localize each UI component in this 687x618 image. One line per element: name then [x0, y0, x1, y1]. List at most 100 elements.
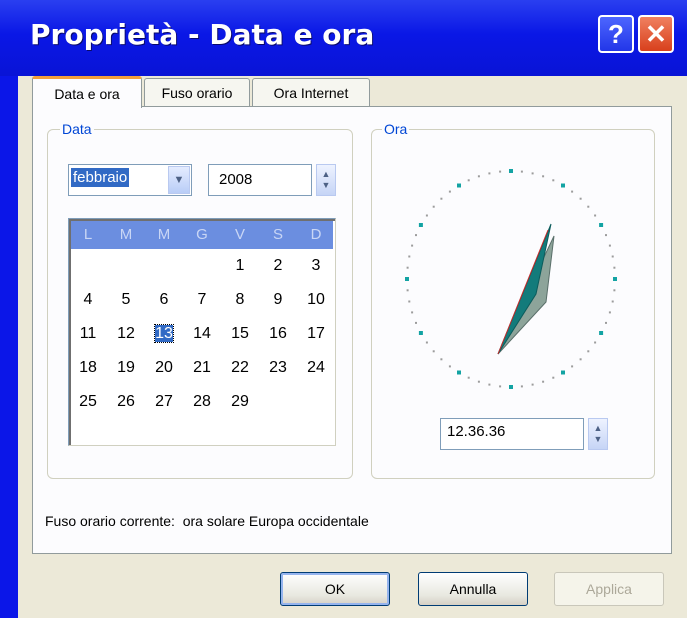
month-dropdown-button[interactable]: ▼	[168, 166, 190, 194]
minute-marker	[542, 175, 545, 178]
calendar-day[interactable]: 3	[297, 249, 335, 283]
minute-marker	[406, 289, 409, 292]
weekday-header: D	[310, 226, 322, 243]
calendar-day[interactable]: 22	[221, 351, 259, 385]
minute-marker	[432, 205, 435, 208]
hour-marker	[509, 169, 513, 173]
hour-marker	[599, 223, 604, 227]
minute-marker	[552, 376, 555, 379]
tab-fuso-orario[interactable]: Fuso orario	[144, 78, 250, 106]
weekday-header: G	[196, 226, 208, 243]
weekday-header: S	[272, 226, 283, 243]
calendar-day[interactable]: 29	[221, 385, 259, 419]
dialog-body: Data e ora Fuso orario Ora Internet Data…	[18, 76, 687, 618]
hour-marker	[599, 331, 604, 335]
minute-marker	[520, 170, 523, 173]
calendar-day[interactable]: 4	[69, 283, 107, 317]
apply-button[interactable]: Applica	[554, 572, 664, 606]
time-spinner[interactable]: ▲ ▼	[588, 418, 608, 450]
calendar-day[interactable]: 24	[297, 351, 335, 385]
minute-marker	[440, 197, 443, 200]
tab-ora-internet[interactable]: Ora Internet	[252, 78, 370, 106]
minute-marker	[552, 179, 555, 182]
minute-marker	[408, 300, 411, 303]
minute-marker	[605, 234, 607, 237]
minute-marker	[587, 205, 590, 208]
month-calendar[interactable]: L M M G V S D 1 2 3 4 5 6 7 8 9 10 11 12 13 14 15 16 17 18 19 20 21…	[68, 218, 336, 446]
calendar-day[interactable]: 18	[69, 351, 107, 385]
year-spinner[interactable]: ▲ ▼	[316, 164, 336, 196]
calendar-day[interactable]: 17	[297, 317, 335, 351]
ok-button[interactable]: OK	[280, 572, 390, 606]
calendar-day[interactable]: 16	[259, 317, 297, 351]
month-select[interactable]: febbraio ▼	[68, 164, 192, 196]
calendar-day[interactable]: 21	[183, 351, 221, 385]
help-button[interactable]: ?	[598, 15, 634, 53]
calendar-day[interactable]: 20	[145, 351, 183, 385]
minute-marker	[611, 255, 614, 258]
minute-marker	[488, 383, 491, 386]
minute-marker	[611, 300, 614, 303]
spin-down-icon: ▼	[593, 434, 603, 444]
minute-marker	[448, 190, 451, 193]
minute-marker	[579, 197, 582, 200]
minute-marker	[411, 244, 414, 247]
calendar-day[interactable]: 12	[107, 317, 145, 351]
time-field[interactable]: 12.36.36	[440, 418, 584, 450]
calendar-day[interactable]: 28	[183, 385, 221, 419]
weekday-header: V	[234, 226, 245, 243]
calendar-day-selected[interactable]: 13	[145, 317, 183, 351]
spin-up-icon: ▲	[321, 169, 331, 179]
spin-up-icon: ▲	[593, 423, 603, 433]
minute-marker	[520, 385, 523, 388]
hour-marker	[561, 183, 565, 188]
minute-marker	[415, 234, 417, 237]
calendar-day[interactable]: 8	[221, 283, 259, 317]
minute-marker	[579, 358, 582, 361]
calendar-day[interactable]: 1	[221, 249, 259, 283]
title-bar[interactable]: Proprietà - Data e ora ? ✕	[0, 0, 687, 76]
calendar-day[interactable]: 25	[69, 385, 107, 419]
close-icon: ✕	[645, 18, 667, 49]
date-time-properties-window: Proprietà - Data e ora ? ✕ Data e ora Fu…	[0, 0, 687, 618]
minute-marker	[608, 311, 611, 314]
calendar-day[interactable]: 14	[183, 317, 221, 351]
year-field[interactable]: 2008	[208, 164, 312, 196]
calendar-day[interactable]: 19	[107, 351, 145, 385]
minute-marker	[531, 172, 534, 175]
calendar-day[interactable]: 6	[145, 283, 183, 317]
clock-face-dots	[405, 169, 617, 389]
hour-marker	[509, 385, 513, 389]
time-value: 12.36.36	[447, 423, 506, 440]
minute-marker	[613, 266, 616, 269]
calendar-day[interactable]: 26	[107, 385, 145, 419]
minute-marker	[467, 376, 470, 379]
minute-marker	[499, 385, 502, 388]
calendar-day[interactable]: 23	[259, 351, 297, 385]
time-group: Ora 12.36.36 ▲ ▼	[371, 121, 655, 479]
calendar-day[interactable]: 2	[259, 249, 297, 283]
minute-marker	[408, 255, 411, 258]
minute-marker	[571, 190, 574, 193]
year-value: 2008	[219, 171, 253, 188]
calendar-day[interactable]: 5	[107, 283, 145, 317]
calendar-day[interactable]: 27	[145, 385, 183, 419]
calendar-day[interactable]: 10	[297, 283, 335, 317]
tab-data-e-ora[interactable]: Data e ora	[32, 76, 142, 108]
calendar-day[interactable]: 7	[183, 283, 221, 317]
weekday-header: L	[83, 226, 93, 243]
minute-marker	[448, 365, 451, 368]
calendar-day[interactable]: 11	[69, 317, 107, 351]
date-group: Data febbraio ▼ 2008 ▲ ▼ LMMGVSD12345678…	[47, 121, 353, 479]
close-button[interactable]: ✕	[638, 15, 674, 53]
minute-marker	[432, 350, 435, 353]
minute-marker	[531, 383, 534, 386]
minute-marker	[608, 244, 611, 247]
hour-marker	[561, 370, 565, 375]
minute-marker	[406, 266, 409, 269]
cancel-button[interactable]: Annulla	[418, 572, 528, 606]
minute-marker	[425, 214, 428, 217]
calendar-day[interactable]: 15	[221, 317, 259, 351]
hour-marker	[613, 277, 617, 281]
calendar-day[interactable]: 9	[259, 283, 297, 317]
